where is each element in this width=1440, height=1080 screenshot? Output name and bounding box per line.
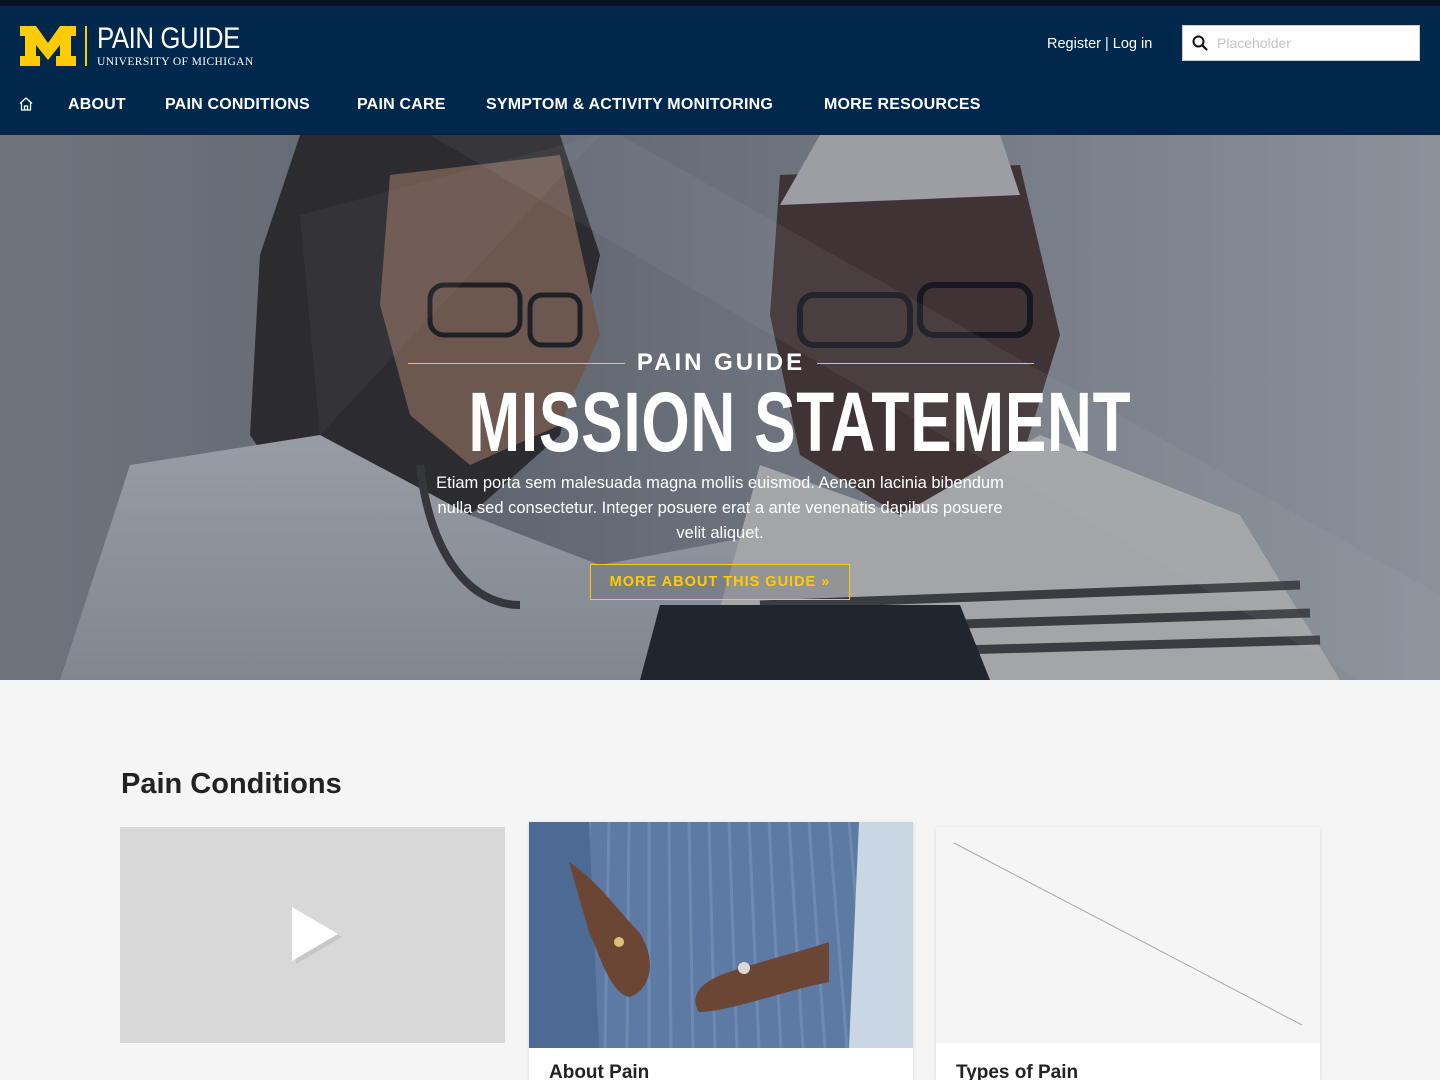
home-icon[interactable] — [18, 96, 34, 112]
block-m-logo — [20, 26, 76, 66]
nav-item-symptom-activity-monitoring[interactable]: SYMPTOM & ACTIVITY MONITORING — [486, 96, 773, 114]
nav-item-about[interactable]: ABOUT — [68, 96, 126, 114]
nav-item-pain-conditions[interactable]: PAIN CONDITIONS — [165, 96, 310, 114]
hero-eyebrow: PAIN GUIDE — [408, 348, 1035, 378]
card-about-pain[interactable]: About Pain — [529, 822, 913, 1080]
logo-divider — [85, 26, 87, 66]
nav-item-pain-care[interactable]: PAIN CARE — [357, 96, 446, 114]
search-icon[interactable] — [1192, 35, 1208, 51]
site-logo[interactable]: PAIN GUIDE UNIVERSITY OF MICHIGAN — [20, 21, 263, 68]
hero-description: Etiam porta sem malesuada magna mollis e… — [436, 474, 1004, 542]
search-input[interactable] — [1217, 35, 1407, 51]
hero-eyebrow-text: PAIN GUIDE — [636, 349, 806, 376]
auth-links: Register | Log in — [1047, 36, 1152, 52]
image-placeholder — [936, 827, 1320, 1043]
card-types-of-pain[interactable]: Types of Pain — [936, 827, 1320, 1080]
section-title-pain-conditions: Pain Conditions — [121, 768, 342, 800]
about-pain-image — [529, 822, 913, 1048]
login-link[interactable]: Log in — [1113, 36, 1153, 52]
logo-title: PAIN GUIDE — [97, 21, 240, 55]
search-box[interactable] — [1182, 25, 1420, 61]
logo-subtitle: UNIVERSITY OF MICHIGAN — [97, 55, 254, 68]
hero-title: MISSION STATEMENT — [468, 375, 1132, 469]
site-header: PAIN GUIDE UNIVERSITY OF MICHIGAN Regist… — [0, 6, 1440, 135]
eyebrow-rule-left — [408, 362, 625, 364]
logo-wordmark: PAIN GUIDE UNIVERSITY OF MICHIGAN — [97, 21, 263, 68]
more-about-guide-button[interactable]: MORE ABOUT THIS GUIDE » — [590, 564, 850, 600]
eyebrow-rule-right — [817, 362, 1035, 364]
register-link[interactable]: Register — [1047, 36, 1101, 52]
video-card[interactable] — [120, 827, 505, 1043]
auth-separator: | — [1105, 36, 1109, 52]
play-icon[interactable] — [290, 903, 350, 965]
card-label-about-pain: About Pain — [549, 1062, 650, 1080]
nav-item-more-resources[interactable]: MORE RESOURCES — [824, 96, 981, 114]
hero-banner: PAIN GUIDE MISSION STATEMENT Etiam porta… — [0, 135, 1440, 680]
card-label-types-of-pain: Types of Pain — [956, 1062, 1079, 1080]
